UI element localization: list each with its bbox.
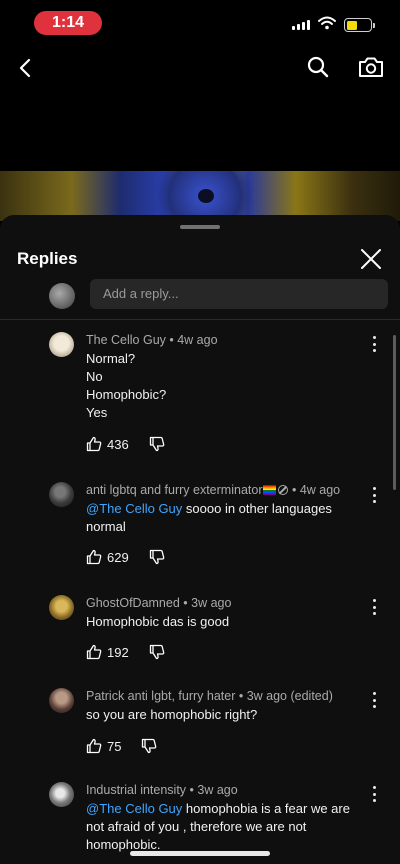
like-count: 436 (107, 436, 129, 452)
avatar[interactable] (49, 595, 74, 620)
pride-flag-icon (263, 485, 277, 495)
comment-time: 4w ago (299, 483, 341, 497)
like-icon[interactable] (86, 738, 102, 754)
dislike-icon[interactable] (149, 644, 165, 660)
comment-meta: Patrick anti lgbt, furry hater • 3w ago … (86, 689, 333, 703)
sheet-title: Replies (17, 249, 78, 268)
prohibited-icon (278, 485, 289, 495)
comment-text: so you are homophobic right? (86, 707, 258, 722)
comment-author[interactable]: GhostOfDamned (86, 596, 180, 610)
more-options-icon[interactable] (368, 786, 380, 802)
more-options-icon[interactable] (368, 487, 380, 503)
dislike-icon[interactable] (141, 738, 157, 754)
comment-actions: 192 (86, 644, 165, 660)
divider (0, 319, 400, 320)
wifi-icon (318, 16, 336, 30)
comment-meta: Industrial intensity • 3w ago (86, 783, 238, 797)
cellular-signal-icon (292, 20, 310, 30)
like-count: 75 (107, 738, 122, 754)
comment-time: 4w ago (177, 333, 218, 347)
camera-icon[interactable] (357, 54, 385, 80)
comment-meta: The Cello Guy • 4w ago (86, 333, 218, 347)
drag-handle[interactable] (180, 225, 220, 229)
video-thumbnail[interactable] (0, 171, 400, 221)
avatar[interactable] (49, 688, 74, 713)
more-options-icon[interactable] (368, 599, 380, 615)
avatar (49, 283, 75, 309)
comment-text: Homophobic das is good (86, 614, 230, 629)
like-icon[interactable] (86, 549, 102, 565)
comment-actions: 436 (86, 436, 165, 452)
comment-author[interactable]: The Cello Guy (86, 333, 166, 347)
status-time: 1:14 (34, 11, 102, 35)
more-options-icon[interactable] (368, 692, 380, 708)
comment-text: @The Cello Guy soooo in other languages … (86, 500, 366, 536)
battery-icon (344, 18, 375, 32)
home-indicator[interactable] (130, 851, 270, 856)
comment-author[interactable]: Patrick anti lgbt, furry hater (86, 689, 235, 703)
search-icon[interactable] (305, 54, 331, 80)
top-nav (0, 48, 400, 88)
avatar[interactable] (49, 482, 74, 507)
avatar[interactable] (49, 332, 74, 357)
comment-time: 3w ago (edited) (246, 689, 333, 703)
comment-text: Normal? No Homophobic? Yes (86, 351, 167, 420)
close-icon[interactable] (360, 248, 382, 270)
comment-text: @The Cello Guy homophobia is a fear we a… (86, 800, 366, 854)
more-options-icon[interactable] (368, 336, 380, 352)
dislike-icon[interactable] (149, 436, 165, 452)
reply-composer (0, 279, 400, 319)
mention-link[interactable]: @The Cello Guy (86, 501, 182, 516)
scrollbar[interactable] (393, 335, 396, 490)
avatar[interactable] (49, 782, 74, 807)
comment-time: 3w ago (197, 783, 238, 797)
comment-actions: 629 (86, 549, 165, 565)
replies-sheet: Replies The Cello Guy • 4w ago Normal? N… (0, 215, 400, 864)
status-bar: 1:14 (0, 0, 400, 44)
like-count: 192 (107, 644, 129, 660)
back-icon[interactable] (14, 56, 38, 80)
like-icon[interactable] (86, 436, 102, 452)
comment-actions: 75 (86, 738, 157, 754)
comment-meta: anti lgbtq and furry exterminator • 4w a… (86, 483, 341, 497)
comment-author[interactable]: anti lgbtq and furry exterminator (86, 483, 262, 497)
like-count: 629 (107, 549, 129, 565)
reply-input[interactable] (90, 279, 388, 309)
comment-time: 3w ago (191, 596, 232, 610)
like-icon[interactable] (86, 644, 102, 660)
comment-author[interactable]: Industrial intensity (86, 783, 186, 797)
dislike-icon[interactable] (149, 549, 165, 565)
mention-link[interactable]: @The Cello Guy (86, 801, 182, 816)
comment-meta: GhostOfDamned • 3w ago (86, 596, 232, 610)
